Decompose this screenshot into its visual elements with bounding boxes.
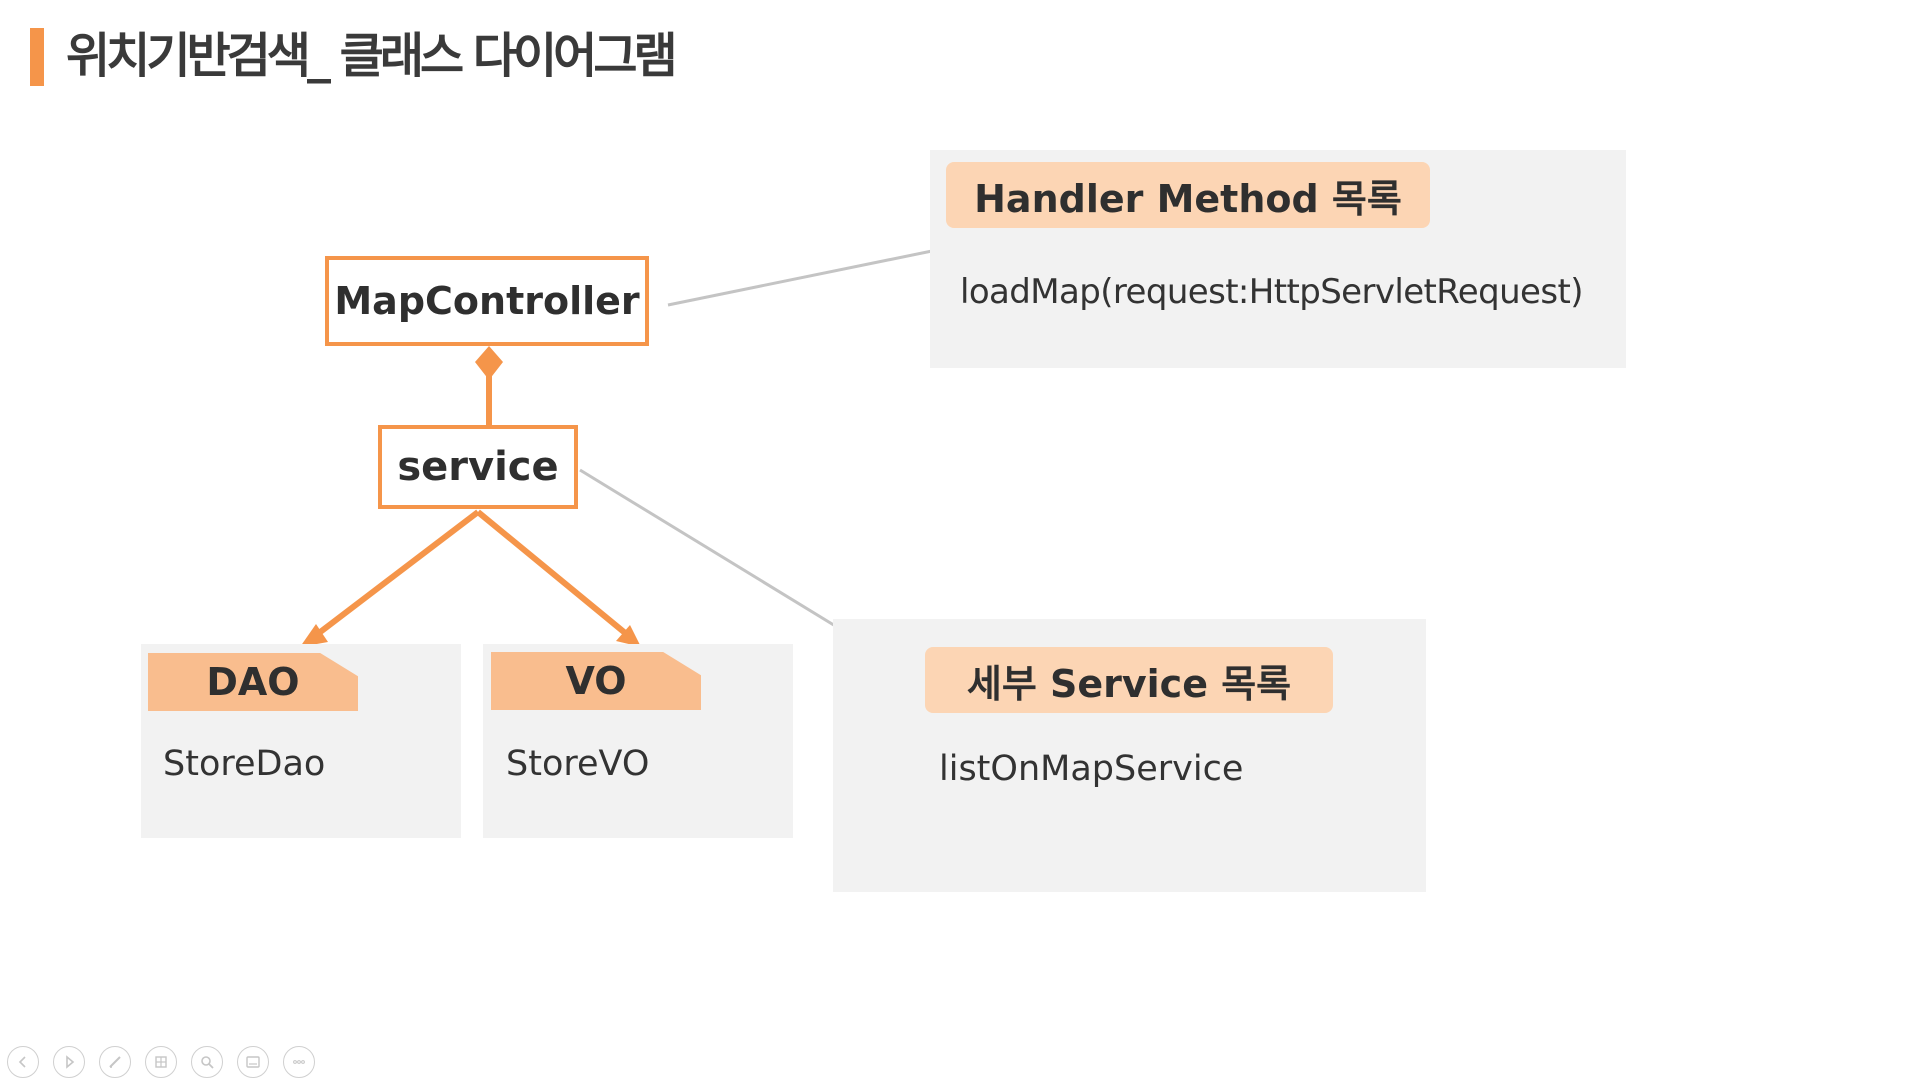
dao-panel: DAO StoreDao bbox=[141, 644, 461, 838]
service-panel-connector bbox=[579, 468, 838, 629]
title-accent-bar bbox=[30, 28, 44, 86]
service-label: service bbox=[397, 444, 559, 490]
handler-method-heading: Handler Method 목록 bbox=[946, 162, 1430, 228]
vo-tab-label: VO bbox=[491, 652, 701, 710]
pen-icon[interactable] bbox=[99, 1046, 131, 1078]
subtitle-icon[interactable] bbox=[237, 1046, 269, 1078]
dao-item: StoreDao bbox=[163, 744, 326, 784]
more-icon[interactable] bbox=[283, 1046, 315, 1078]
slides-icon[interactable] bbox=[145, 1046, 177, 1078]
page-title: 위치기반검색_ 클래스 다이어그램 bbox=[66, 28, 678, 84]
handler-method-panel: Handler Method 목록 loadMap(request:HttpSe… bbox=[930, 150, 1626, 368]
service-dao-arrow bbox=[313, 509, 480, 639]
vo-panel: VO StoreVO bbox=[483, 644, 793, 838]
composition-diamond bbox=[475, 346, 503, 380]
zoom-icon[interactable] bbox=[191, 1046, 223, 1078]
prev-icon[interactable] bbox=[7, 1046, 39, 1078]
mapcontroller-class-box: MapController bbox=[325, 256, 649, 346]
service-list-heading: 세부 Service 목록 bbox=[925, 647, 1333, 713]
service-vo-arrow bbox=[476, 509, 632, 640]
mapcontroller-label: MapController bbox=[334, 279, 640, 323]
next-icon[interactable] bbox=[53, 1046, 85, 1078]
service-list-item: listOnMapService bbox=[939, 749, 1244, 789]
dao-tab-label: DAO bbox=[148, 653, 358, 711]
service-list-panel: 세부 Service 목록 listOnMapService bbox=[833, 619, 1426, 892]
handler-method-item: loadMap(request:HttpServletRequest) bbox=[960, 272, 1583, 312]
controller-handler-connector bbox=[667, 249, 933, 307]
service-class-box: service bbox=[378, 425, 578, 509]
slideshow-toolbar bbox=[7, 1046, 315, 1080]
vo-item: StoreVO bbox=[506, 744, 650, 784]
